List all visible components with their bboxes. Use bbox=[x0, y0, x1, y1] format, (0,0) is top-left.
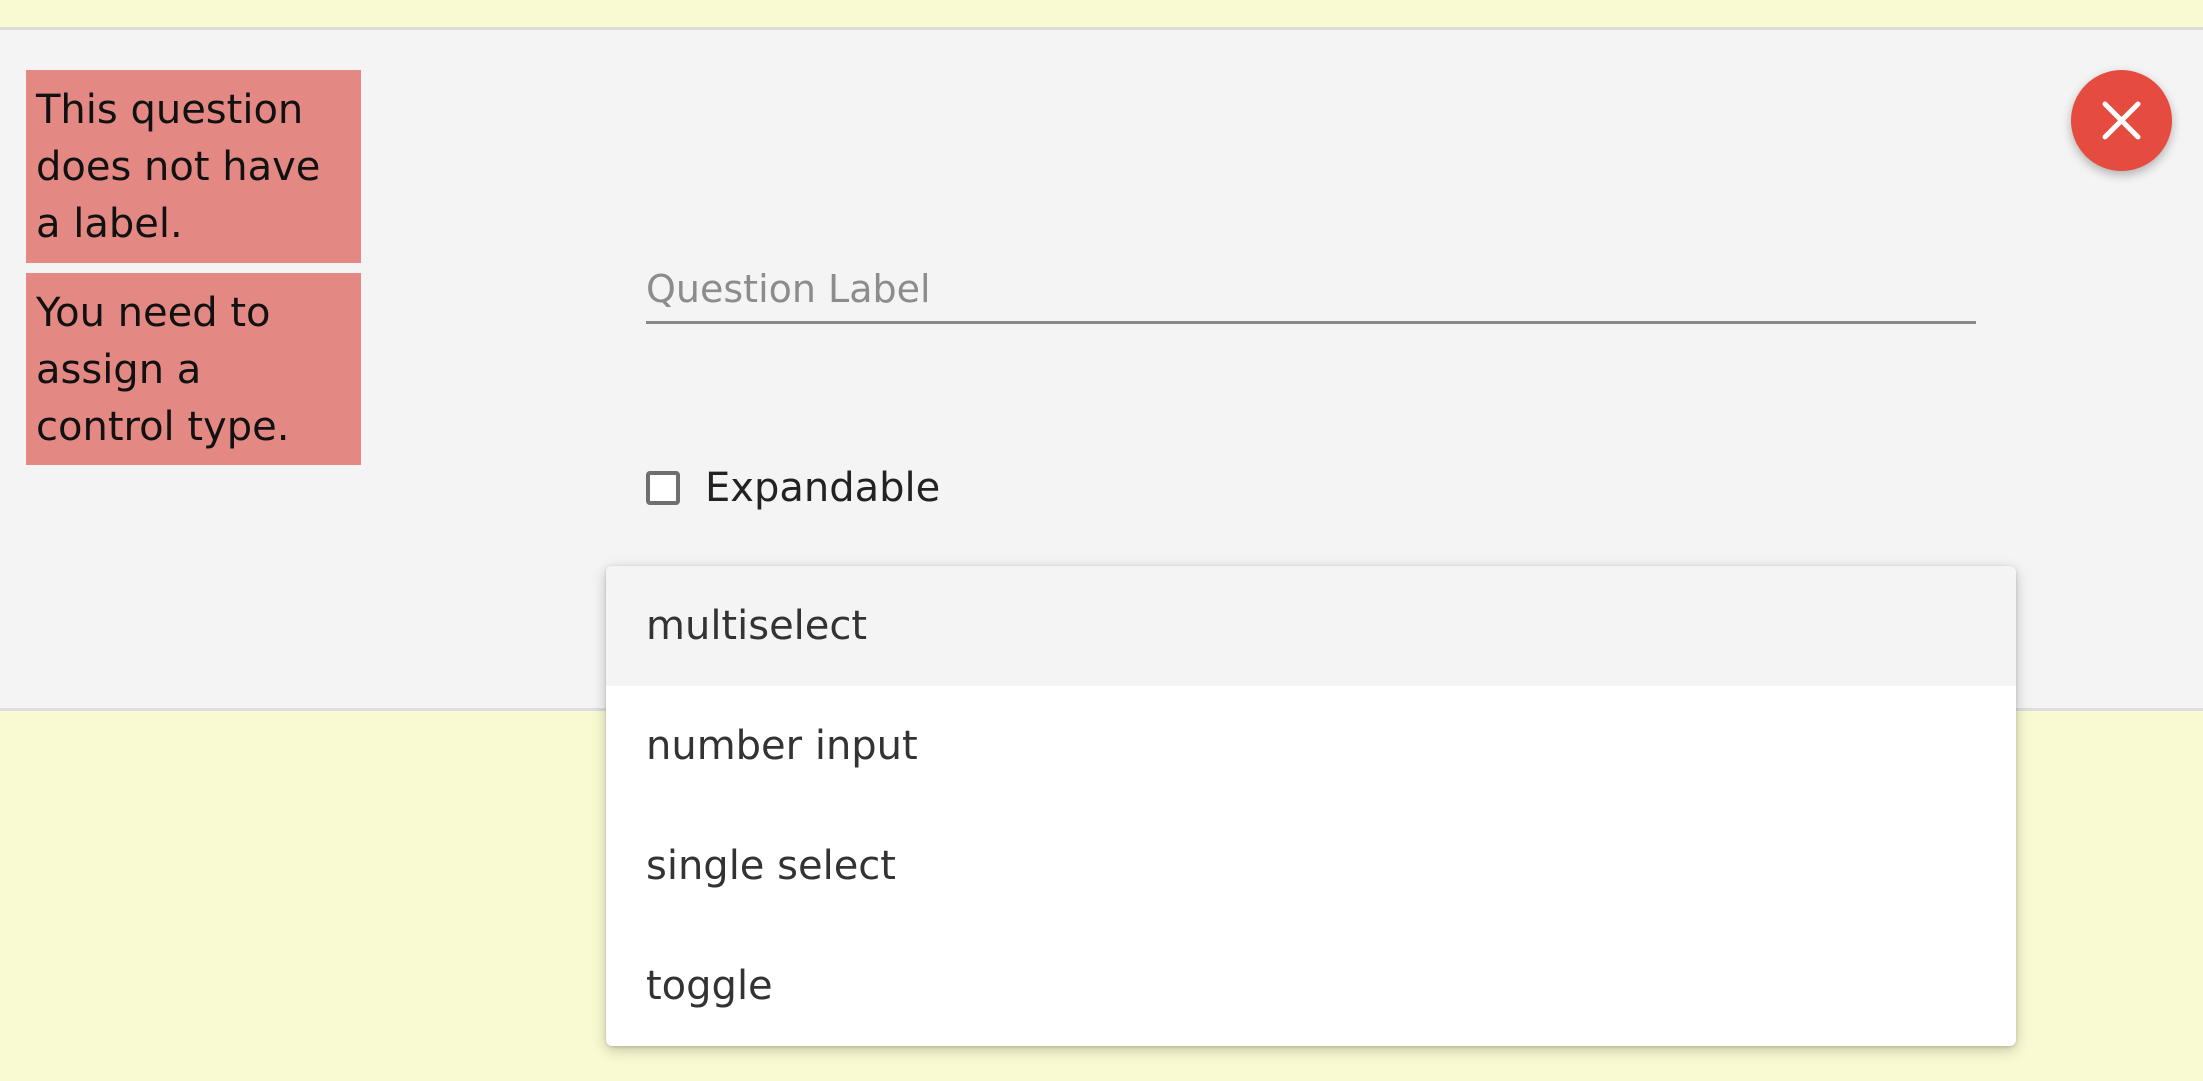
expandable-checkbox-row[interactable]: Expandable bbox=[646, 462, 940, 514]
expandable-label: Expandable bbox=[705, 465, 941, 511]
error-message-no-control-type: You need to assign a control type. bbox=[26, 273, 361, 465]
dropdown-option-multiselect[interactable]: multiselect bbox=[606, 566, 2016, 686]
dropdown-option-single-select[interactable]: single select bbox=[606, 806, 2016, 926]
dropdown-option-number-input[interactable]: number input bbox=[606, 686, 2016, 806]
question-label-input[interactable] bbox=[646, 256, 1976, 324]
close-button[interactable] bbox=[2071, 70, 2172, 171]
close-icon bbox=[2102, 101, 2141, 140]
page: This question does not have a label. You… bbox=[0, 0, 2203, 1081]
dropdown-option-toggle[interactable]: toggle bbox=[606, 926, 2016, 1046]
control-type-dropdown-menu: multiselect number input single select t… bbox=[606, 566, 2016, 1046]
expandable-checkbox[interactable] bbox=[646, 471, 680, 505]
error-message-no-label: This question does not have a label. bbox=[26, 70, 361, 263]
